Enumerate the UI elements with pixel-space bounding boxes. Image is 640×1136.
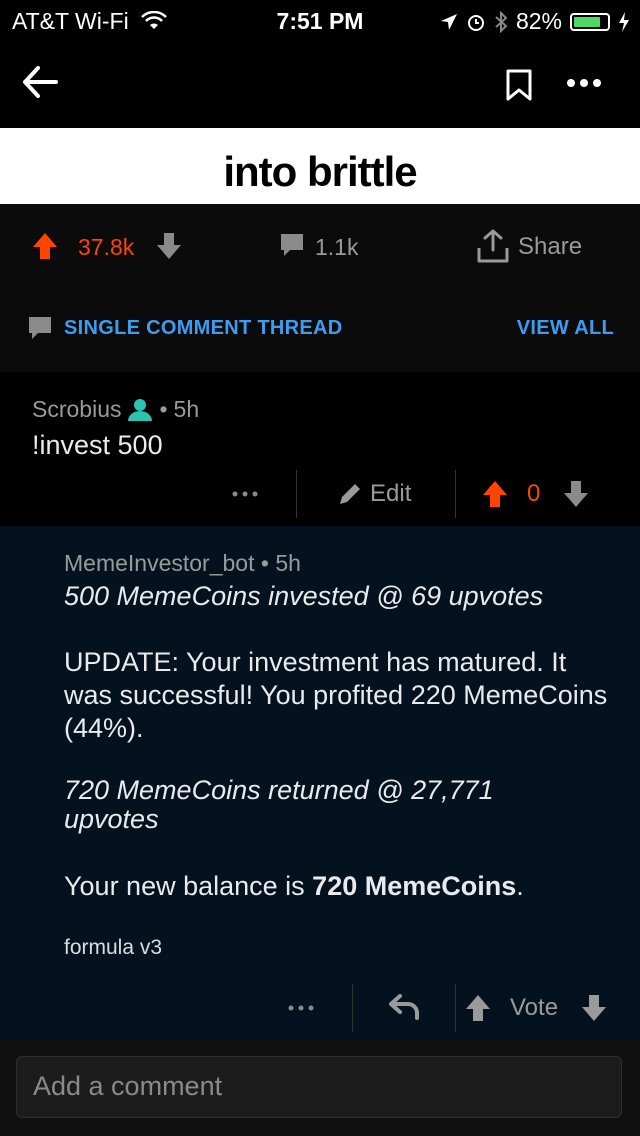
status-bar: AT&T Wi-Fi 7:51 PM 82% (0, 0, 640, 42)
bookmark-icon[interactable] (505, 68, 533, 102)
comment-upvote-icon[interactable] (482, 480, 508, 508)
view-all-button[interactable]: VIEW ALL (517, 317, 614, 340)
pencil-icon[interactable] (336, 480, 364, 508)
moderator-person-icon (128, 398, 153, 421)
bot-comment-age: 5h (275, 550, 301, 576)
nav-bar (0, 42, 640, 128)
add-comment-input[interactable]: Add a comment (16, 1056, 622, 1118)
location-arrow-icon (440, 13, 457, 30)
balance-line: Your new balance is 720 MemeCoins. (64, 871, 524, 901)
comment-score: 0 (527, 480, 541, 507)
battery-percent: 82% (515, 8, 562, 34)
bot-upvote-icon[interactable] (465, 994, 491, 1022)
balance-value: 720 MemeCoins (312, 871, 517, 901)
bluetooth-icon (495, 10, 508, 33)
formula-note: formula v3 (64, 936, 163, 959)
more-options-icon[interactable] (566, 78, 602, 88)
vote-label: Vote (510, 994, 559, 1021)
comment-more-icon[interactable] (232, 490, 258, 498)
status-right: 82% (440, 8, 630, 35)
bot-comment-more-icon[interactable] (288, 1004, 314, 1012)
upvote-arrow-icon[interactable] (32, 232, 58, 260)
divider (455, 984, 456, 1032)
bot-comment-author[interactable]: MemeInvestor_bot (64, 550, 254, 576)
returned-line: 720 MemeCoins returned @ 27,771 upvotes (64, 775, 494, 834)
thread-header: SINGLE COMMENT THREAD VIEW ALL (0, 284, 640, 373)
comment-thread-icon (29, 317, 51, 339)
back-arrow-icon[interactable] (22, 64, 58, 100)
bot-downvote-icon[interactable] (581, 994, 607, 1022)
comment-memeinvestor-bot: MemeInvestor_bot • 5h 500 MemeCoins inve… (0, 526, 640, 1040)
add-comment-placeholder: Add a comment (33, 1071, 223, 1101)
comment-body: !invest 500 (32, 430, 163, 460)
comment-scrobius: Scrobius • 5h !invest 500 Edit 0 (0, 372, 640, 526)
alarm-clock-icon (467, 14, 484, 31)
divider (352, 984, 353, 1032)
comment-composer: Add a comment (0, 1040, 640, 1136)
bot-comment-meta: MemeInvestor_bot • 5h (64, 550, 301, 576)
update-paragraph: UPDATE: Your investment has matured. It … (64, 647, 608, 743)
divider (296, 470, 297, 518)
downvote-arrow-icon[interactable] (156, 232, 182, 260)
single-comment-thread-label: SINGLE COMMENT THREAD (64, 317, 343, 339)
comment-age: 5h (173, 396, 200, 422)
battery-fill (574, 16, 600, 27)
share-icon[interactable] (476, 228, 510, 264)
post-upvote-count: 37.8k (78, 234, 135, 260)
comment-author[interactable]: Scrobius (32, 396, 121, 423)
investment-line: 500 MemeCoins invested @ 69 upvotes (64, 581, 544, 611)
comment-meta: Scrobius • 5h (32, 396, 200, 423)
post-title-line: into brittle (223, 148, 417, 195)
post-action-bar: 37.8k 1.1k Share (0, 204, 640, 285)
post-title-strip: into brittle (0, 128, 640, 204)
share-button[interactable]: Share (518, 233, 582, 261)
battery-icon (570, 12, 610, 31)
reply-arrow-icon[interactable] (388, 992, 420, 1020)
post-comment-count[interactable]: 1.1k (315, 234, 358, 261)
charging-bolt-icon (619, 11, 629, 32)
edit-button[interactable]: Edit (370, 480, 411, 508)
comment-downvote-icon[interactable] (563, 480, 589, 508)
divider (455, 470, 456, 518)
comment-bubble-icon[interactable] (278, 231, 306, 259)
